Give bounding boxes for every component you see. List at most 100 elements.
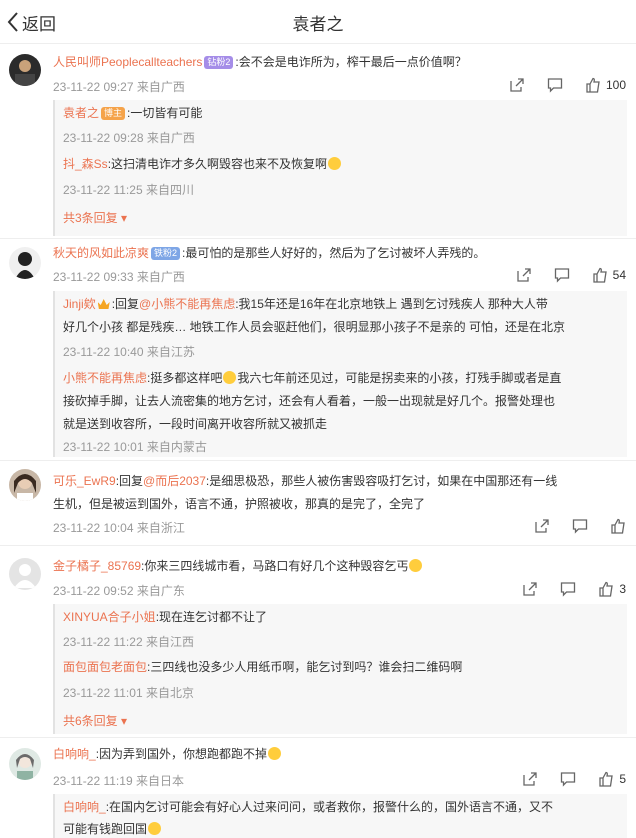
reply-text: :挺多都这样吧 (147, 371, 223, 385)
reply-text: :这扫清电诈才多久啊毁容也来不及恢复啊 (107, 157, 328, 171)
crying-emoji-icon (268, 747, 282, 760)
comment-prefix: :回复 (115, 474, 144, 488)
share-icon (516, 268, 531, 282)
reply-meta: 23-11-22 10:40 来自江苏 (63, 345, 195, 359)
comment-username[interactable]: 可乐_EwR9 (53, 474, 116, 488)
reply-text: 可能有钱跑回国 (63, 822, 148, 836)
like-button[interactable]: 5 (598, 771, 626, 787)
reply-meta: 23-11-22 09:28 来自广西 (63, 131, 195, 145)
comment-button[interactable] (560, 581, 576, 597)
reply-meta: 23-11-22 10:01 来自内蒙古 (63, 440, 207, 454)
share-button[interactable] (522, 771, 538, 787)
reply-username[interactable]: 抖_森Ss (63, 157, 108, 171)
comment-meta: 23-11-22 11:19 来自日本 (53, 774, 184, 788)
comment-button[interactable] (554, 267, 570, 283)
like-count: 3 (619, 582, 626, 596)
comment-item: 秋天的风如此凉爽 铁粉2:最可怕的是那些人好好的，然后为了乞讨被坏人弄残的。 23… (0, 239, 636, 461)
share-icon (523, 772, 537, 786)
comment-username[interactable]: 人民叫师Peoplecallteachers (53, 55, 202, 69)
like-button[interactable]: 3 (598, 581, 626, 597)
comment-text: :会不会是电诈所为，榨干最后一点价值啊？ (235, 55, 467, 69)
comment-item: 白响响_:因为弄到国外，你想跑都跑不掉 23-11-22 11:19 来自日本 … (0, 738, 636, 838)
mention-link[interactable]: @而后2037 (143, 474, 206, 488)
laugh-emoji-icon (223, 371, 237, 384)
comment-text: :是细思极恐，那些人被伤害毁容吸打乞讨，如果在中国那还有一线 (205, 474, 558, 488)
more-replies-link[interactable]: 共6条回复 ▾ (63, 712, 127, 729)
chevron-down-icon: ▾ (121, 714, 128, 728)
reply-prefix: :回复 (111, 297, 140, 311)
comment-text: :你来三四线城市看，马路口有好几个这种毁容乞丐 (141, 559, 409, 573)
comment-meta: 23-11-22 09:52 来自广东 (53, 584, 185, 598)
reply-list: XINYUA合子小姐:现在连乞讨都不让了 23-11-22 11:22 来自江西… (53, 604, 627, 734)
like-button[interactable]: 100 (585, 77, 626, 93)
mention-link[interactable]: @小熊不能再焦虑 (139, 297, 235, 311)
comment-icon (547, 78, 563, 93)
comment-username[interactable]: 秋天的风如此凉爽 (53, 246, 149, 260)
reply-text: :一切皆有可能 (127, 106, 203, 120)
crown-icon (97, 299, 110, 309)
comment-icon (572, 519, 588, 534)
thumbs-up-icon (586, 77, 600, 93)
laugh-emoji-icon (328, 157, 342, 170)
thumbs-up-icon (592, 267, 607, 283)
reply-username[interactable]: 面包面包老面包 (63, 660, 147, 674)
reply-text: :三四线也没多少人用纸币啊，能乞讨到吗？谁会扫二维码啊 (147, 660, 463, 674)
reply-username[interactable]: 小熊不能再焦虑 (63, 371, 147, 385)
reply-text: :现在连乞讨都不让了 (155, 610, 268, 624)
comment-username[interactable]: 金子橘子_85769 (53, 559, 141, 573)
crying-emoji-icon (148, 822, 162, 835)
top-bar: 返回 袁者之 (0, 0, 636, 44)
reply-meta: 23-11-22 11:25 来自四川 (63, 183, 194, 197)
comment-icon (561, 582, 576, 597)
share-button[interactable] (509, 77, 525, 93)
grimace-emoji-icon (409, 559, 423, 572)
reply-text: :在国内乞讨可能会有好心人过来问问，或者救你，报警什么的，国外语言不通，又不 (105, 800, 554, 814)
avatar[interactable] (9, 247, 41, 279)
reply-text: 好几个小孩 都是残疾… 地铁工作人员会驱赶他们，很明显那小孩子不是亲的 可怕，还… (63, 320, 566, 334)
like-count: 54 (612, 268, 626, 282)
reply-username[interactable]: Jinji欸 (63, 297, 96, 311)
share-icon (523, 582, 537, 596)
share-icon (535, 519, 549, 533)
comment-item: 金子橘子_85769:你来三四线城市看，马路口有好几个这种毁容乞丐 23-11-… (0, 546, 636, 738)
reply-username[interactable]: XINYUA合子小姐 (63, 610, 156, 624)
like-button[interactable] (610, 518, 626, 534)
comment-meta: 23-11-22 09:27 来自广西 (53, 80, 185, 94)
comment-button[interactable] (572, 518, 588, 534)
author-badge: 博主 (101, 107, 126, 120)
comment-meta: 23-11-22 10:04 来自浙江 (53, 521, 185, 535)
like-count: 100 (605, 78, 626, 92)
reply-text: 就是送到收容所，一段时间离开收容所就又被抓走 (63, 417, 328, 431)
comment-text: :因为弄到国外，你想跑都跑不掉 (95, 747, 268, 761)
comment-icon (554, 268, 569, 283)
reply-username[interactable]: 白响响_ (63, 800, 106, 814)
reply-text: 我六七年前还见过，可能是拐卖来的小孩，打残手脚或者是直 (237, 371, 562, 385)
avatar[interactable] (9, 558, 41, 590)
reply-list: Jinji欸 :回复@小熊不能再焦虑:我15年还是16年在北京地铁上 遇到乞讨残疾… (53, 291, 627, 457)
share-icon (510, 78, 524, 92)
reply-list: 白响响_:在国内乞讨可能会有好心人过来问问，或者救你，报警什么的，国外语言不通，… (53, 794, 627, 838)
like-button[interactable]: 54 (592, 267, 626, 283)
share-button[interactable] (516, 267, 532, 283)
comment-button[interactable] (547, 77, 563, 93)
comment-button[interactable] (560, 771, 576, 787)
comment-item: 人民叫师Peoplecallteachers 钻粉2:会不会是电诈所为，榨干最后一… (0, 44, 636, 239)
share-button[interactable] (522, 581, 538, 597)
avatar[interactable] (9, 54, 41, 86)
comment-icon (561, 772, 576, 787)
comment-username[interactable]: 白响响_ (53, 747, 96, 761)
like-count: 5 (619, 772, 626, 786)
avatar[interactable] (9, 748, 41, 780)
reply-username[interactable]: 袁者之 (63, 106, 99, 120)
comment-meta: 23-11-22 09:33 来自广西 (53, 270, 185, 284)
thumbs-up-icon (611, 518, 625, 534)
share-button[interactable] (534, 518, 550, 534)
reply-text: 接砍掉手脚，让去人流密集的地方乞讨，还会有人看着，一般一出现就是好几个。报警处理… (63, 394, 556, 408)
page-title: 袁者之 (292, 15, 344, 34)
comment-item: 可乐_EwR9:回复@而后2037:是细思极恐，那些人被伤害毁容吸打乞讨，如果在… (0, 461, 636, 546)
reply-text: :我15年还是16年在北京地铁上 遇到乞讨残疾人 那种大人带 (235, 297, 548, 311)
more-replies-link[interactable]: 共3条回复 ▾ (63, 209, 127, 226)
avatar[interactable] (9, 469, 41, 501)
comment-text: :最可怕的是那些人好好的，然后为了乞讨被坏人弄残的。 (182, 246, 486, 260)
comment-text: 生机，但是被运到国外，语言不通，护照被收，那真的是完了，全完了 (53, 497, 426, 511)
